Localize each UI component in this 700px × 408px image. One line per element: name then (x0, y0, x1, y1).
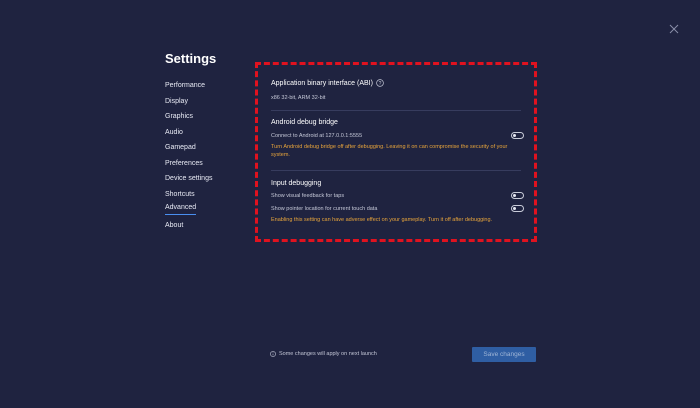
sidebar-item-display[interactable]: Display (165, 95, 245, 111)
sidebar-item-label: Advanced (165, 203, 197, 215)
sidebar-item-label: Audio (165, 128, 183, 136)
pointer-location-row: Show pointer location for current touch … (271, 203, 524, 215)
svg-text:?: ? (379, 81, 382, 87)
page-title: Settings (165, 51, 217, 66)
sidebar-item-label: Preferences (165, 159, 203, 167)
toggle-knob (513, 194, 516, 197)
visual-feedback-label: Show visual feedback for taps (271, 193, 345, 199)
save-changes-button[interactable]: Save changes (472, 347, 536, 362)
adb-toggle-row: Connect to Android at 127.0.0.1:5555 (271, 130, 524, 142)
question-circle-icon[interactable]: ? (376, 79, 384, 87)
sidebar-item-audio[interactable]: Audio (165, 126, 245, 142)
sidebar-item-label: Device settings (165, 175, 213, 182)
pointer-location-toggle[interactable] (511, 205, 524, 212)
adb-section: Android debug bridge Connect to Android … (271, 118, 524, 159)
pointer-location-label: Show pointer location for current touch … (271, 206, 378, 212)
adb-toggle-label: Connect to Android at 127.0.0.1:5555 (271, 133, 363, 139)
advanced-settings-panel: Application binary interface (ABI)? x86 … (255, 62, 537, 242)
sidebar-item-device-settings[interactable]: Device settings (165, 172, 245, 188)
close-icon (667, 22, 681, 36)
sidebar-item-preferences[interactable]: Preferences (165, 157, 245, 173)
sidebar-item-about[interactable]: About (165, 219, 245, 235)
sidebar-item-performance[interactable]: Performance (165, 79, 245, 95)
section-divider (271, 170, 521, 171)
sidebar-item-label: About (165, 221, 184, 229)
adb-warning: Turn Android debug bridge off after debu… (271, 144, 508, 158)
sidebar-item-label: Display (165, 97, 188, 105)
sidebar-item-label: Shortcuts (165, 190, 195, 198)
abi-value: x86 32-bit, ARM 32-bit (271, 95, 326, 101)
abi-title: Application binary interface (ABI) (271, 80, 373, 87)
abi-heading: Application binary interface (ABI)? (271, 79, 524, 89)
footer-note: Some changes will apply on next launch (270, 350, 377, 358)
adb-toggle[interactable] (511, 132, 524, 139)
sidebar-item-label: Performance (165, 82, 206, 89)
input-debugging-section: Input debugging Show visual feedback for… (271, 179, 524, 225)
info-circle-icon (270, 350, 276, 357)
sidebar-nav: Performance Display Graphics Audio Gamep… (165, 79, 245, 234)
sidebar-item-shortcuts[interactable]: Shortcuts (165, 188, 245, 204)
toggle-knob (513, 134, 516, 137)
section-divider (271, 110, 521, 111)
sidebar-item-advanced[interactable]: Advanced (165, 203, 245, 219)
abi-section: Application binary interface (ABI)? x86 … (271, 79, 524, 102)
sidebar-item-label: Gamepad (165, 144, 196, 151)
close-button[interactable] (667, 22, 681, 36)
adb-title: Android debug bridge (271, 119, 338, 126)
visual-feedback-row: Show visual feedback for taps (271, 190, 524, 202)
sidebar-item-graphics[interactable]: Graphics (165, 110, 245, 126)
toggle-knob (513, 207, 516, 210)
input-debugging-title: Input debugging (271, 180, 322, 187)
sidebar-item-label: Graphics (165, 113, 194, 120)
sidebar-item-gamepad[interactable]: Gamepad (165, 141, 245, 157)
input-debugging-warning: Enabling this setting can have adverse e… (271, 217, 493, 223)
visual-feedback-toggle[interactable] (511, 192, 524, 199)
footer-note-text: Some changes will apply on next launch (279, 351, 377, 357)
